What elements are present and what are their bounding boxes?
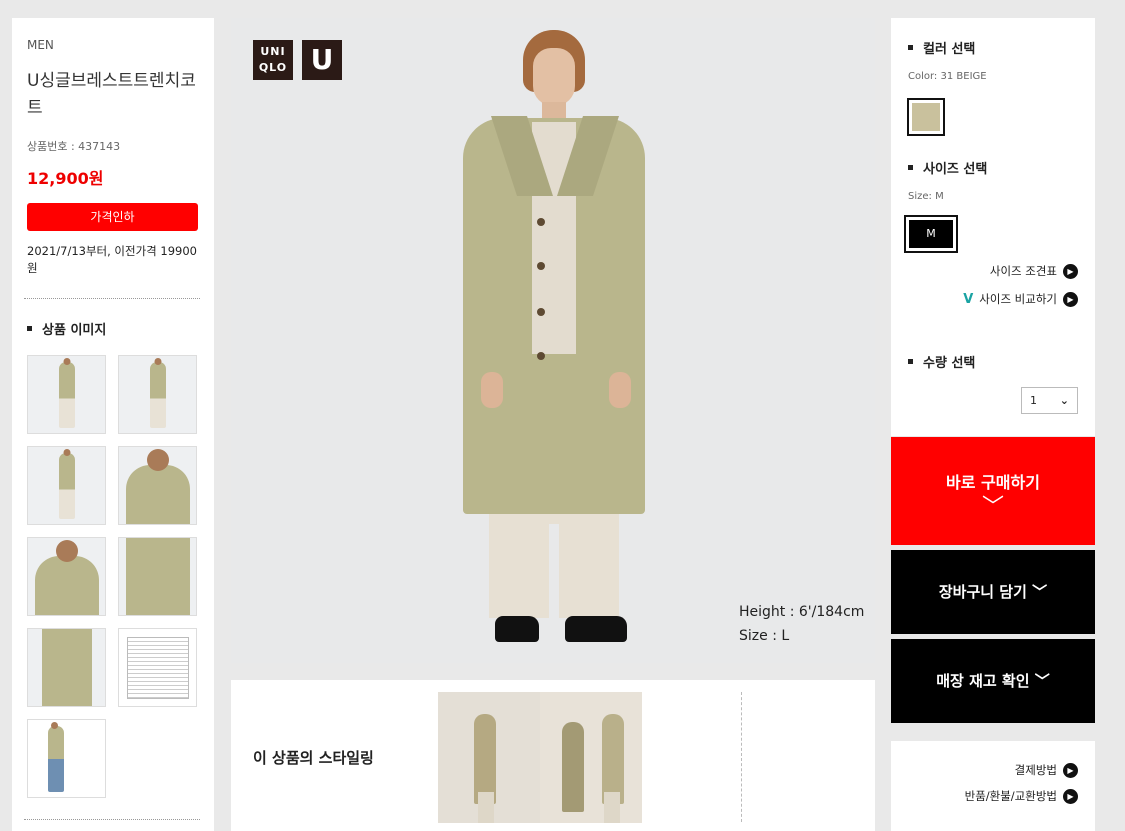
uniqlo-logo: UNI QLO: [253, 40, 293, 80]
arrow-right-icon: ▶: [1063, 762, 1078, 778]
chevron-down-icon: ﹀: [981, 495, 1004, 520]
product-name: U싱글브레스트트렌치코트: [27, 71, 196, 118]
size-value: Size: M: [908, 191, 944, 202]
buy-now-button[interactable]: 바로 구매하기 ﹀: [891, 437, 1095, 545]
product-price: 12,900원: [27, 169, 104, 188]
styling-title: 이 상품의 스타일링: [253, 749, 374, 767]
thumbnail-5[interactable]: [27, 537, 106, 616]
bullet-icon: [908, 359, 913, 364]
quantity-value: 1: [1030, 394, 1037, 407]
size-compare-link[interactable]: V 사이즈 비교하기 ▶: [963, 291, 1078, 307]
thumbnail-6[interactable]: [118, 537, 197, 616]
styling-section: 이 상품의 스타일링: [231, 680, 875, 831]
u-logo: U: [302, 40, 342, 80]
size-title-text: 사이즈 선택: [923, 162, 988, 177]
add-to-cart-button[interactable]: 장바구니 담기 ﹀: [891, 550, 1095, 634]
color-swatch-beige[interactable]: [907, 98, 945, 136]
store-stock-label: 매장 재고 확인: [936, 672, 1030, 690]
returns-link[interactable]: 반품/환불/교환방법 ▶: [965, 788, 1078, 804]
model-size: Size : L: [739, 628, 790, 644]
options-panel: 컬러 선택 Color: 31 BEIGE 사이즈 선택 Size: M M 사…: [891, 18, 1095, 436]
styling-image-2[interactable]: [540, 692, 642, 823]
image-section-title-text: 상품 이미지: [42, 323, 107, 338]
model-caption: Height : 6'/184cm Size : L: [739, 600, 864, 648]
chevron-down-icon: ﹀: [1032, 583, 1048, 601]
size-compare-label: 사이즈 비교하기: [979, 292, 1057, 306]
size-chart-label: 사이즈 조견표: [989, 264, 1057, 278]
thumbnail-8[interactable]: [118, 628, 197, 707]
bullet-icon: [908, 45, 913, 50]
thumbnail-3[interactable]: [27, 446, 106, 525]
color-title: 컬러 선택: [908, 38, 975, 57]
main-product-image[interactable]: UNI QLO U Height : 6'/184cm Size : L: [231, 18, 875, 663]
divider: [741, 692, 742, 822]
price-drop-badge: 가격인하: [27, 203, 198, 231]
buy-now-label: 바로 구매하기: [946, 473, 1040, 492]
thumbnail-1[interactable]: [27, 355, 106, 434]
thumbnail-9[interactable]: [27, 719, 106, 798]
model-figure: [459, 30, 649, 660]
returns-label: 반품/환불/교환방법: [964, 789, 1057, 803]
add-to-cart-label: 장바구니 담기: [938, 583, 1027, 601]
previous-price-note: 2021/7/13부터, 이전가격 19900원: [27, 244, 197, 275]
product-number: 상품번호 : 437143: [27, 140, 121, 153]
quantity-title-text: 수량 선택: [923, 356, 976, 371]
store-stock-button[interactable]: 매장 재고 확인 ﹀: [891, 639, 1095, 723]
divider: [24, 819, 200, 820]
product-category: MEN: [27, 38, 54, 52]
styling-image-1[interactable]: [438, 692, 540, 823]
payment-method-link[interactable]: 결제방법 ▶: [1015, 762, 1078, 778]
color-title-text: 컬러 선택: [923, 42, 976, 57]
bullet-icon: [27, 326, 32, 331]
thumbnail-2[interactable]: [118, 355, 197, 434]
size-option-m[interactable]: M: [904, 215, 958, 253]
quantity-title: 수량 선택: [908, 352, 975, 371]
image-section-title: 상품 이미지: [27, 319, 106, 338]
size-chart-link[interactable]: 사이즈 조견표 ▶: [990, 263, 1078, 279]
quantity-select[interactable]: 1 ⌄: [1021, 387, 1078, 414]
virtusize-icon: V: [963, 291, 974, 307]
color-value: Color: 31 BEIGE: [908, 71, 987, 82]
color-swatch-fill: [912, 103, 940, 131]
model-height: Height : 6'/184cm: [739, 604, 865, 620]
size-option-label: M: [909, 220, 953, 248]
arrow-right-icon: ▶: [1063, 291, 1078, 307]
chevron-down-icon: ﹀: [1034, 672, 1050, 690]
product-info-panel: MEN U싱글브레스트트렌치코트 상품번호 : 437143 12,900원 가…: [12, 18, 214, 831]
divider: [24, 298, 200, 299]
size-title: 사이즈 선택: [908, 158, 987, 177]
chevron-down-icon: ⌄: [1059, 394, 1069, 407]
bullet-icon: [908, 165, 913, 170]
info-links-panel: 결제방법 ▶ 반품/환불/교환방법 ▶: [891, 741, 1095, 831]
payment-method-label: 결제방법: [1014, 763, 1057, 777]
arrow-right-icon: ▶: [1063, 788, 1078, 804]
arrow-right-icon: ▶: [1063, 263, 1078, 279]
thumbnail-7[interactable]: [27, 628, 106, 707]
thumbnail-4[interactable]: [118, 446, 197, 525]
